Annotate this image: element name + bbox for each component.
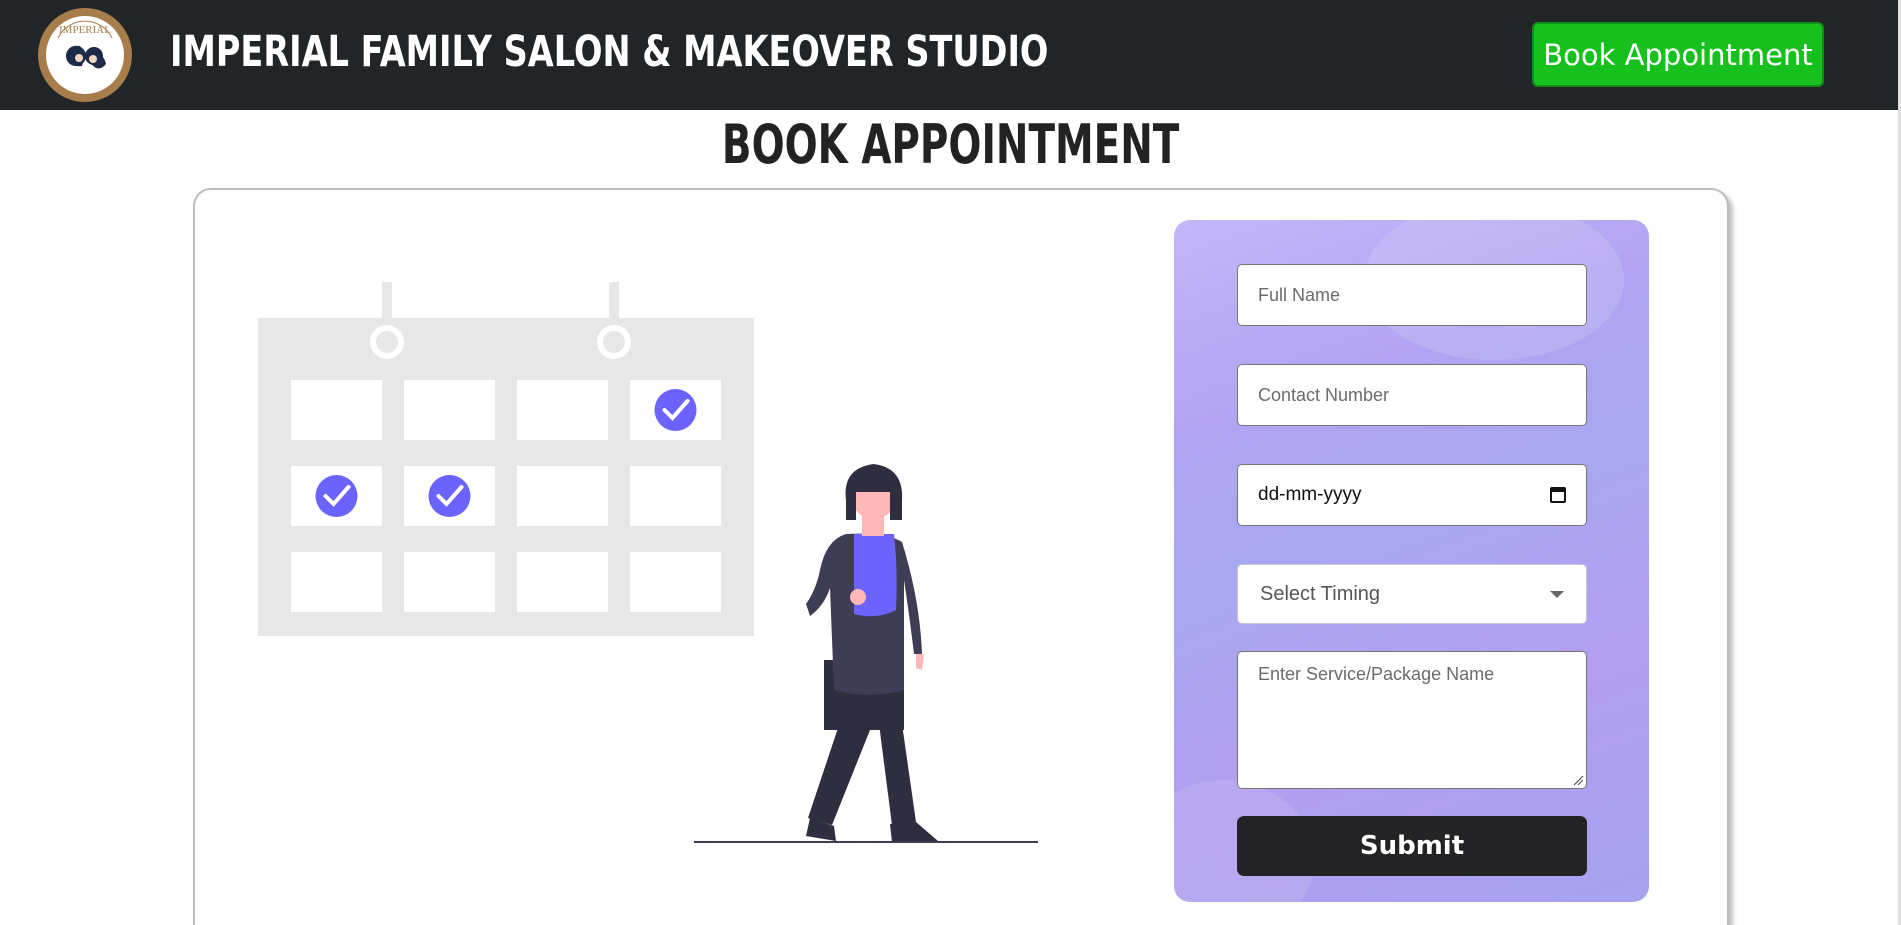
calendar-illustration: [258, 282, 1038, 843]
service-package-textarea[interactable]: [1237, 651, 1587, 789]
calendar-cell: [404, 552, 495, 612]
calendar-ring-right: [609, 282, 619, 326]
logo-text: IMPERIAL: [59, 24, 111, 36]
logo-emblem: IMPERIAL: [46, 16, 124, 94]
calendar-picker-icon[interactable]: [1550, 487, 1566, 503]
brand-title: IMPERIAL FAMILY SALON & MAKEOVER STUDIO: [170, 27, 1049, 77]
page-title: BOOK APPOINTMENT: [0, 112, 1901, 178]
calendar-cell: [517, 552, 608, 612]
chevron-down-icon: [1550, 590, 1564, 598]
timing-select[interactable]: Select Timing: [1237, 564, 1587, 624]
woman-figure: [806, 464, 938, 842]
check-circle-icon: [315, 475, 358, 517]
timing-select-value: Select Timing: [1260, 582, 1381, 605]
calendar-graphic: [258, 282, 754, 636]
calendar-cell: [404, 380, 495, 440]
calendar-cell: [630, 552, 721, 612]
calendar-cell: [517, 380, 608, 440]
date-input[interactable]: dd-mm-yyyy: [1237, 464, 1587, 526]
contact-number-input[interactable]: [1237, 364, 1587, 426]
page: IMPERIAL IMPERIAL FAMILY SALON & MAKEOVE…: [0, 0, 1901, 925]
date-input-value: dd-mm-yyyy: [1258, 484, 1362, 505]
calendar-ring-left: [382, 282, 392, 326]
page-title-text: BOOK APPOINTMENT: [721, 113, 1180, 176]
resize-handle-icon[interactable]: [1572, 774, 1584, 786]
calendar-cell: [291, 552, 382, 612]
salon-logo[interactable]: IMPERIAL: [38, 8, 132, 102]
check-circle-icon: [654, 389, 697, 431]
submit-button[interactable]: Submit: [1237, 816, 1587, 876]
calendar-cell: [291, 380, 382, 440]
navbar: IMPERIAL IMPERIAL FAMILY SALON & MAKEOVE…: [0, 0, 1901, 110]
logo-emblem-icon: IMPERIAL: [57, 20, 113, 69]
calendar-cell: [630, 466, 721, 526]
calendar-cell: [517, 466, 608, 526]
check-circle-icon: [428, 475, 471, 517]
full-name-input[interactable]: [1237, 264, 1587, 326]
book-appointment-button[interactable]: Book Appointment: [1532, 22, 1824, 87]
